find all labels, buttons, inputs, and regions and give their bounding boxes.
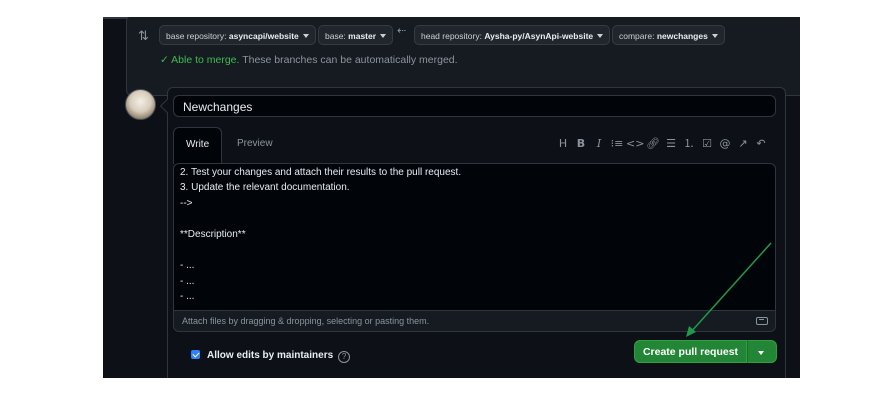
annotation-arrow-line (689, 242, 772, 334)
annotation-overlay (686, 242, 772, 337)
